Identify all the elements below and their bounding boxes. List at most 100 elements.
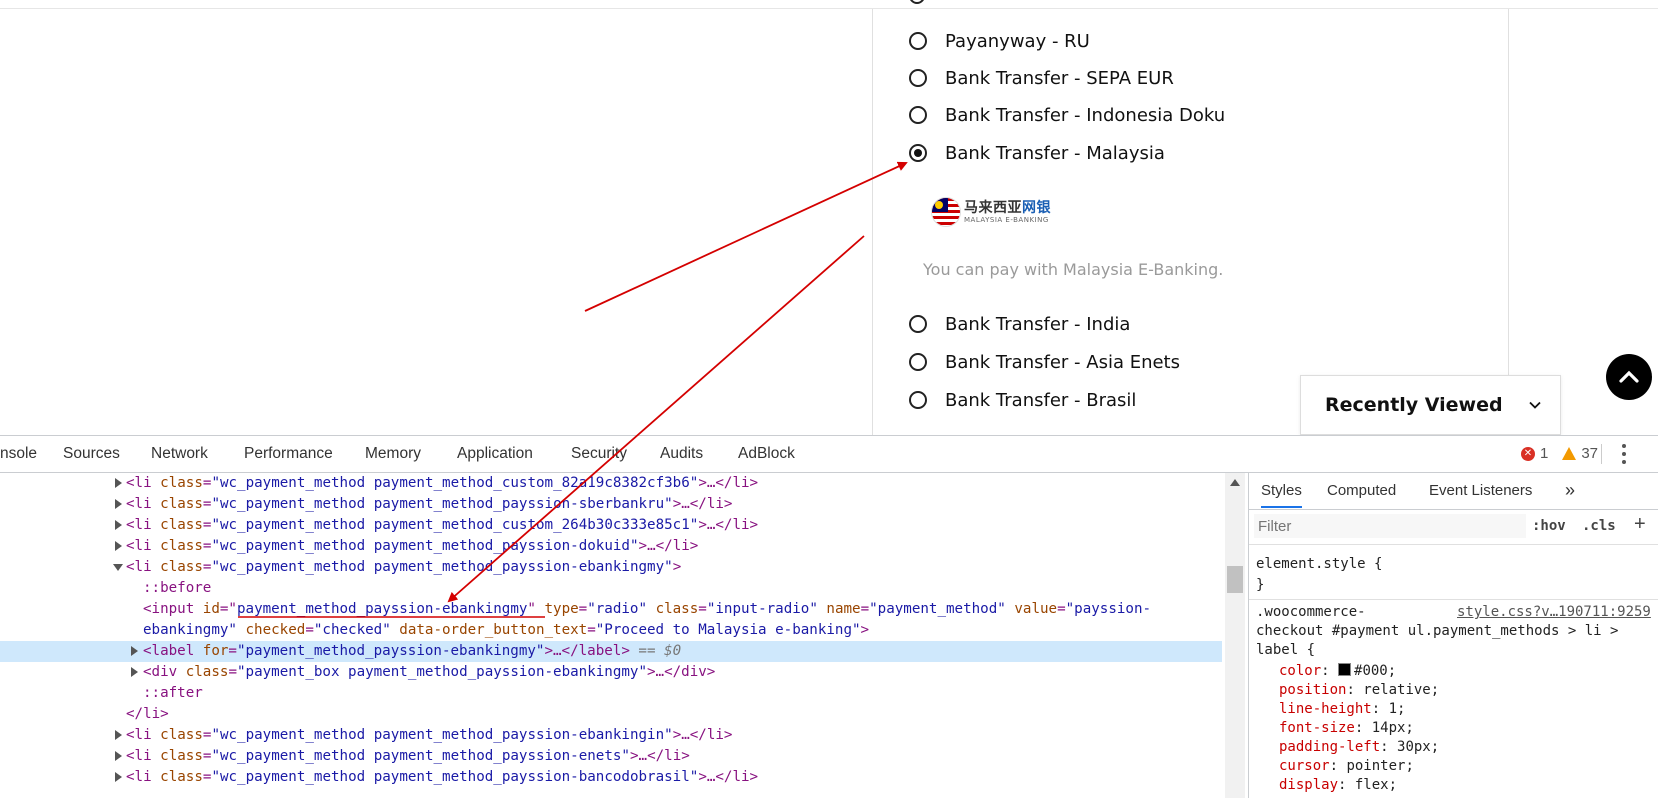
- payment-method-label[interactable]: Bank Transfer - Indonesia Doku: [945, 105, 1225, 126]
- payment-method-label[interactable]: Bank Transfer - SEPA EUR: [945, 68, 1174, 89]
- devtools-panel: nsole Sources Network Performance Memory…: [0, 435, 1658, 798]
- dom-node-li[interactable]: <li class="wc_payment_method payment_met…: [0, 746, 1222, 767]
- tab-computed[interactable]: Computed: [1327, 482, 1396, 499]
- attr-value: "wc_payment_method payment_method_payssi…: [211, 727, 673, 743]
- attr-value: "wc_payment_method payment_method_payssi…: [211, 769, 699, 785]
- scroll-to-top-button[interactable]: [1606, 354, 1652, 400]
- tab-security[interactable]: Security: [571, 445, 627, 463]
- attr-value: "wc_payment_method payment_method_payssi…: [211, 559, 673, 575]
- tab-styles[interactable]: Styles: [1261, 482, 1302, 508]
- expand-triangle-icon[interactable]: [115, 730, 122, 740]
- expand-triangle-icon[interactable]: [115, 478, 122, 488]
- css-declaration[interactable]: position: relative;: [1249, 681, 1658, 700]
- dom-node-li[interactable]: <li class="wc_payment_method payment_met…: [0, 473, 1222, 494]
- css-value: flex;: [1354, 777, 1398, 793]
- expand-triangle-icon[interactable]: [131, 667, 138, 677]
- rule-selector-line-2[interactable]: checkout #payment ul.payment_methods > l…: [1249, 622, 1658, 641]
- hover-state-toggle[interactable]: :hov: [1532, 518, 1566, 534]
- payment-method-malaysia[interactable]: Bank Transfer - Malaysia: [909, 141, 1165, 165]
- expand-triangle-icon[interactable]: [115, 772, 122, 782]
- attr-value: "payment_box payment_method_payssion-eba…: [236, 664, 647, 680]
- radio-button[interactable]: [909, 391, 927, 409]
- more-options-icon[interactable]: [1622, 444, 1626, 464]
- radio-button-selected[interactable]: [909, 144, 927, 162]
- stylesheet-source-link[interactable]: style.css?v…190711:9259: [1457, 603, 1651, 622]
- radio-button[interactable]: [909, 69, 927, 87]
- tab-performance[interactable]: Performance: [244, 445, 333, 463]
- dom-node-li[interactable]: <li class="wc_payment_method payment_met…: [0, 536, 1222, 557]
- dom-node-li-close[interactable]: </li>: [0, 704, 1222, 725]
- tag-close: >: [860, 622, 870, 638]
- radio-button[interactable]: [909, 353, 927, 371]
- pseudo-before[interactable]: ::before: [0, 578, 1222, 599]
- radio-button[interactable]: [909, 315, 927, 333]
- new-rule-button[interactable]: +: [1634, 513, 1646, 536]
- tab-adblock[interactable]: AdBlock: [738, 445, 795, 463]
- tab-event-listeners[interactable]: Event Listeners: [1429, 482, 1532, 499]
- css-declaration[interactable]: cursor: pointer;: [1249, 757, 1658, 776]
- collapse-triangle-icon[interactable]: [113, 564, 123, 571]
- css-declaration[interactable]: padding-left: 30px;: [1249, 738, 1658, 757]
- issue-counters[interactable]: ✕ 1 37: [1521, 445, 1598, 462]
- more-tabs-icon[interactable]: »: [1565, 480, 1575, 501]
- css-declaration[interactable]: line-height: 1;: [1249, 700, 1658, 719]
- chevron-down-icon[interactable]: [1528, 399, 1541, 411]
- tab-sources[interactable]: Sources: [63, 445, 120, 463]
- scroll-up-arrow-icon[interactable]: [1230, 479, 1240, 486]
- dom-node-li-expanded[interactable]: <li class="wc_payment_method payment_met…: [0, 557, 1222, 578]
- payment-radio-partial[interactable]: [909, 0, 925, 4]
- payment-method-label[interactable]: Bank Transfer - Asia Enets: [945, 352, 1180, 373]
- expand-triangle-icon[interactable]: [115, 751, 122, 761]
- class-toggle[interactable]: .cls: [1582, 518, 1616, 534]
- color-swatch-icon[interactable]: [1338, 663, 1352, 676]
- payment-method-label[interactable]: Payanyway - RU: [945, 31, 1090, 52]
- css-declaration[interactable]: color: #000;: [1249, 662, 1658, 681]
- tab-network[interactable]: Network: [151, 445, 208, 463]
- tag-open: <li: [126, 517, 161, 533]
- attr-value: "input-radio": [706, 601, 818, 617]
- payment-method-payanyway[interactable]: Payanyway - RU: [909, 29, 1090, 53]
- payment-method-label[interactable]: Bank Transfer - India: [945, 314, 1130, 335]
- recently-viewed-widget[interactable]: Recently Viewed: [1300, 375, 1561, 435]
- css-declaration[interactable]: font-size: 14px;: [1249, 719, 1658, 738]
- dom-node-li[interactable]: <li class="wc_payment_method payment_met…: [0, 767, 1222, 788]
- pseudo-after[interactable]: ::after: [0, 683, 1222, 704]
- tag-open: <li: [126, 748, 161, 764]
- radio-button[interactable]: [909, 106, 927, 124]
- dom-node-label-selected[interactable]: <label for="payment_method_payssion-eban…: [0, 641, 1222, 662]
- scrollbar-thumb[interactable]: [1227, 566, 1243, 593]
- expand-triangle-icon[interactable]: [115, 499, 122, 509]
- css-declaration[interactable]: display: flex;: [1249, 776, 1658, 795]
- rule-selector-line-1[interactable]: .woocommerce-style.css?v…190711:9259: [1249, 603, 1658, 622]
- dom-node-input[interactable]: <input id="payment_method_payssion-ebank…: [0, 599, 1222, 620]
- recently-viewed-title[interactable]: Recently Viewed: [1325, 394, 1503, 416]
- payment-method-sepa-eur[interactable]: Bank Transfer - SEPA EUR: [909, 66, 1174, 90]
- elements-tree: <li class="wc_payment_method payment_met…: [0, 473, 1222, 798]
- expand-triangle-icon[interactable]: [131, 646, 138, 656]
- tab-memory[interactable]: Memory: [365, 445, 421, 463]
- dom-node-li[interactable]: <li class="wc_payment_method payment_met…: [0, 494, 1222, 515]
- payment-method-asia-enets[interactable]: Bank Transfer - Asia Enets: [909, 350, 1180, 374]
- payment-method-brasil[interactable]: Bank Transfer - Brasil: [909, 388, 1136, 412]
- dom-node-input-cont[interactable]: ebankingmy" checked="checked" data-order…: [0, 620, 1222, 641]
- payment-method-label[interactable]: Bank Transfer - Brasil: [945, 390, 1136, 411]
- element-style-open[interactable]: element.style {: [1249, 555, 1658, 574]
- elements-scrollbar[interactable]: [1225, 473, 1245, 798]
- rule-selector-line-3[interactable]: label {: [1249, 641, 1658, 660]
- tab-console[interactable]: nsole: [0, 445, 37, 463]
- tab-application[interactable]: Application: [457, 445, 533, 463]
- expand-triangle-icon[interactable]: [115, 541, 122, 551]
- payment-method-india[interactable]: Bank Transfer - India: [909, 312, 1130, 336]
- styles-filter-input[interactable]: [1254, 514, 1526, 538]
- dom-node-li[interactable]: <li class="wc_payment_method payment_met…: [0, 515, 1222, 536]
- attr-value: "wc_payment_method payment_method_payssi…: [211, 748, 630, 764]
- expand-triangle-icon[interactable]: [115, 520, 122, 530]
- tab-audits[interactable]: Audits: [660, 445, 703, 463]
- tag-open: <li: [126, 769, 161, 785]
- payment-method-label[interactable]: Bank Transfer - Malaysia: [945, 143, 1165, 164]
- dom-node-div[interactable]: <div class="payment_box payment_method_p…: [0, 662, 1222, 683]
- attr-value: "payment_method_payssion-ebankingmy": [236, 643, 545, 659]
- dom-node-li[interactable]: <li class="wc_payment_method payment_met…: [0, 725, 1222, 746]
- payment-method-indonesia-doku[interactable]: Bank Transfer - Indonesia Doku: [909, 103, 1225, 127]
- radio-button[interactable]: [909, 32, 927, 50]
